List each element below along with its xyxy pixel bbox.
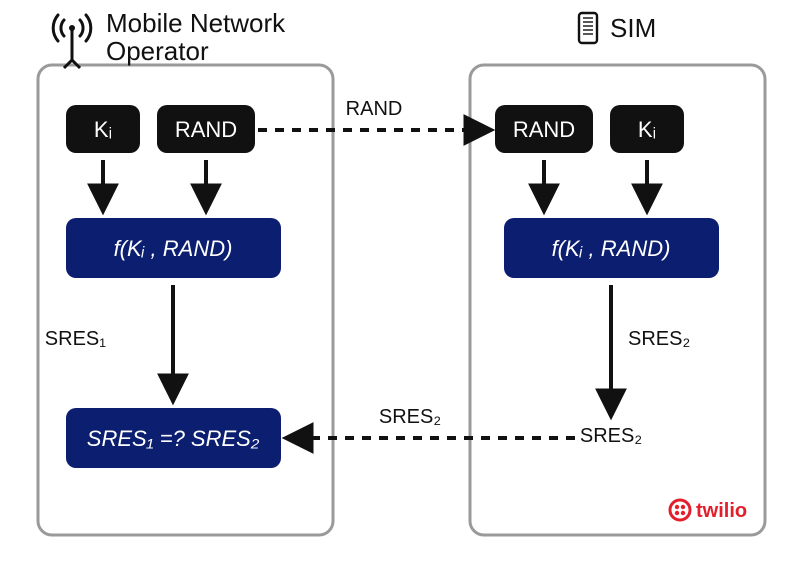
operator-title-line1: Mobile Network [106, 8, 286, 38]
operator-rand-label: RAND [175, 117, 237, 142]
message-sres2-label: SRES₂ [379, 406, 441, 428]
sim-rand-label: RAND [513, 117, 575, 142]
sim-ki-label: Kᵢ [638, 117, 656, 142]
message-rand-label: RAND [346, 98, 403, 120]
sres1-label: SRES₁ [45, 328, 106, 350]
sim-function-label: f(Kᵢ , RAND) [552, 236, 671, 261]
sim-panel: SIM RAND Kᵢ f(Kᵢ , RAND) SRES₂ SRES₂ [470, 13, 765, 535]
antenna-icon [53, 15, 91, 68]
operator-ki-label: Kᵢ [94, 117, 112, 142]
compare-label: SRES₁ =? SRES₂ [87, 426, 260, 451]
operator-panel: Mobile Network Operator Kᵢ RAND f(Kᵢ , R… [38, 8, 333, 535]
sres2-output: SRES₂ [580, 425, 642, 447]
sim-icon [579, 13, 597, 43]
brand-text: twilio [696, 500, 747, 522]
operator-function-label: f(Kᵢ , RAND) [114, 236, 233, 261]
sres2-label-mid: SRES₂ [628, 328, 690, 350]
operator-title-line2: Operator [106, 36, 209, 66]
twilio-logo [670, 500, 690, 520]
sim-title: SIM [610, 13, 656, 43]
